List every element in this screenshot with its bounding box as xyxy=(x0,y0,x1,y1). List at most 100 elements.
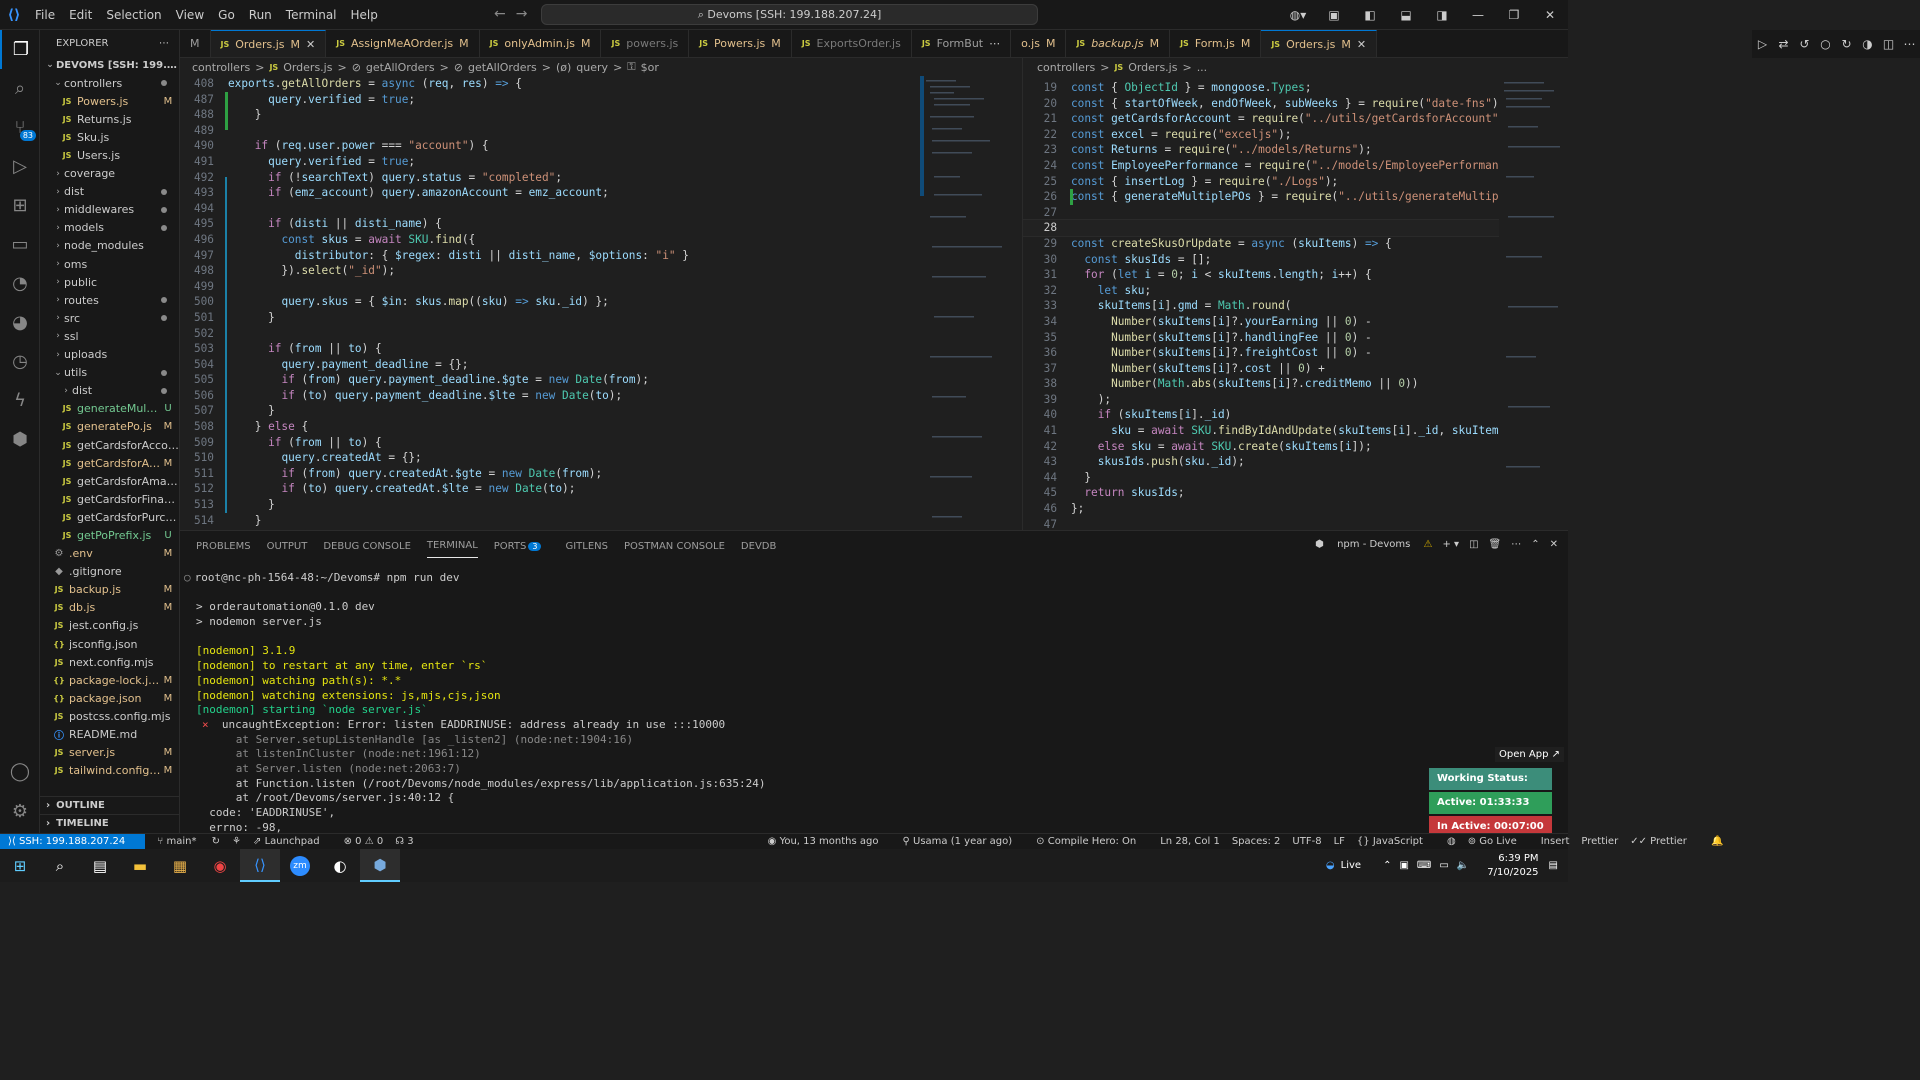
ports-indicator[interactable]: ☊ 3 xyxy=(395,836,425,847)
cursor-position[interactable]: Ln 28, Col 1 xyxy=(1160,836,1220,847)
zoom-icon[interactable]: zm xyxy=(280,849,320,882)
tray-overflow-icon[interactable]: ⌃ xyxy=(1383,860,1391,871)
command-center[interactable]: ⌕ Devoms [SSH: 199.188.207.24] xyxy=(541,4,1038,25)
breadcrumb-item[interactable]: getAllOrders xyxy=(468,61,537,74)
remote-explorer-icon[interactable]: ▭ xyxy=(0,225,40,264)
panel-tab-output[interactable]: OUTPUT xyxy=(267,535,308,558)
file-item[interactable]: {} package-lock.json M xyxy=(40,671,179,689)
remote-indicator[interactable]: ⟩⟨ SSH: 199.188.207.24 xyxy=(0,833,146,850)
folder-item[interactable]: › oms xyxy=(40,255,179,273)
vscode-taskbar-icon[interactable]: ⟨⟩ xyxy=(240,849,280,882)
new-terminal-icon[interactable]: + ▾ xyxy=(1442,539,1459,550)
git-blame-indicator[interactable]: ◉ You, 13 months ago xyxy=(768,836,891,847)
file-item[interactable]: JS postcss.config.mjs xyxy=(40,707,179,725)
panel-tab-devdb[interactable]: DEVDB xyxy=(741,535,776,558)
eol-indicator[interactable]: LF xyxy=(1334,836,1345,847)
editor-right[interactable]: 19 const { ObjectId } = mongoose.Types; 20… xyxy=(1023,80,1499,530)
menu-run[interactable]: Run xyxy=(242,8,279,22)
menu-edit[interactable]: Edit xyxy=(62,8,99,22)
copilot-status-icon[interactable]: ◍ xyxy=(1447,836,1456,847)
split-editor-icon[interactable]: ◫ xyxy=(1878,37,1899,51)
panel-tab-terminal[interactable]: TERMINAL xyxy=(426,534,478,558)
folder-item[interactable]: › node_modules xyxy=(40,237,179,255)
editor-tab[interactable]: JS FormBut ⋯ xyxy=(912,30,1012,57)
minimap-right[interactable] xyxy=(1500,76,1568,530)
live-label[interactable]: Live xyxy=(1341,860,1361,871)
timeline-icon[interactable]: ◷ xyxy=(0,342,40,381)
breadcrumb-item[interactable]: ⊘ xyxy=(454,61,463,74)
file-item[interactable]: JS generatePo.js M xyxy=(40,418,179,436)
folder-item[interactable]: › middlewares xyxy=(40,201,179,219)
breadcrumb-item[interactable]: JS xyxy=(269,63,278,72)
trash-icon[interactable]: 🗑 xyxy=(1489,539,1502,550)
account-icon[interactable]: ◯ xyxy=(0,752,40,791)
python-icon[interactable]: ⬢ xyxy=(0,420,40,459)
file-item[interactable]: ◆ .gitignore xyxy=(40,563,179,581)
panel-tab-problems[interactable]: PROBLEMS xyxy=(196,535,251,558)
notification-center-icon[interactable]: ▤ xyxy=(1549,860,1558,871)
terminal-name[interactable]: ⬢ npm - Devoms ⚠ xyxy=(1305,539,1432,550)
ime-icon[interactable]: ⌨ xyxy=(1417,860,1431,871)
copilot-icon[interactable]: ◍▾ xyxy=(1280,8,1316,22)
gear-icon[interactable]: ⚙ xyxy=(0,792,40,831)
problems-indicator[interactable]: ⊗ 0 ⚠ 0 xyxy=(344,836,384,847)
compare-icon[interactable]: ⇄ xyxy=(1773,37,1794,51)
breadcrumb-item[interactable]: ⚿ xyxy=(627,60,635,74)
breadcrumb-item[interactable]: Orders.js xyxy=(1128,61,1177,74)
more-icon[interactable]: ⋯ xyxy=(1511,539,1521,550)
breadcrumb-item[interactable]: controllers xyxy=(192,61,250,74)
encoding-indicator[interactable]: UTF-8 xyxy=(1292,836,1321,847)
more-actions-icon[interactable]: ⋯ xyxy=(1899,37,1920,51)
folder-item[interactable]: › routes xyxy=(40,291,179,309)
monitor-icon[interactable]: ▭ xyxy=(1439,860,1448,871)
network-tray-icon[interactable]: ▣ xyxy=(1399,860,1408,871)
store-icon[interactable]: ▦ xyxy=(160,849,200,882)
file-item[interactable]: JS getCardsforAccount.js xyxy=(40,436,179,454)
more-icon[interactable]: ⋯ xyxy=(159,38,169,49)
prettier-indicator[interactable]: Prettier xyxy=(1581,836,1618,847)
live-icon[interactable]: ◒ xyxy=(1326,860,1335,871)
volume-icon[interactable]: 🔈 xyxy=(1457,860,1469,871)
file-item[interactable]: {} jsconfig.json xyxy=(40,635,179,653)
sync-icon[interactable]: ⚘ xyxy=(232,836,241,847)
menu-file[interactable]: File xyxy=(28,8,62,22)
folder-item[interactable]: ⌄ controllers xyxy=(40,74,179,92)
folder-item[interactable]: › dist xyxy=(40,382,179,400)
split-terminal-icon[interactable]: ◫ xyxy=(1469,539,1478,550)
file-item[interactable]: ⚙ .env M xyxy=(40,545,179,563)
workspace-root[interactable]: ⌄DEVOMS [SSH: 199.188.20... xyxy=(40,56,179,74)
panel-tab-gitlens[interactable]: GITLENS xyxy=(565,535,608,558)
breadcrumb-item[interactable]: query xyxy=(576,61,608,74)
editor-tab[interactable]: M xyxy=(180,30,211,57)
file-item[interactable]: JS db.js M xyxy=(40,599,179,617)
editor-tab[interactable]: JS Orders.js M ✕ xyxy=(1261,30,1378,57)
source-control-icon[interactable]: ⑂ 83 xyxy=(0,108,40,147)
gitlens-blame-icon[interactable]: ◑ xyxy=(1857,37,1878,51)
file-item[interactable]: JS getCardsforAd... M xyxy=(40,454,179,472)
folder-item[interactable]: ⌄ utils xyxy=(40,364,179,382)
more-tabs-icon[interactable]: ⋯ xyxy=(989,37,1000,50)
prettier-check-indicator[interactable]: ✓✓ Prettier xyxy=(1630,836,1699,847)
file-item[interactable]: JS jest.config.js xyxy=(40,617,179,635)
file-item[interactable]: JS Powers.js M xyxy=(40,92,179,110)
file-item[interactable]: JS next.config.mjs xyxy=(40,653,179,671)
breadcrumb-item[interactable]: ... xyxy=(1197,61,1208,74)
close-icon[interactable]: ✕ xyxy=(1357,38,1366,51)
folder-item[interactable]: › public xyxy=(40,273,179,291)
file-item[interactable]: ⓘ README.md xyxy=(40,725,179,743)
language-indicator[interactable]: {} JavaScript xyxy=(1357,836,1435,847)
insert-mode-indicator[interactable]: Insert xyxy=(1541,836,1570,847)
windows-start-icon[interactable]: ⊞ xyxy=(0,849,40,882)
explorer-icon[interactable]: ❐ xyxy=(0,30,40,69)
file-item[interactable]: JS generateMulti... U xyxy=(40,400,179,418)
branch-indicator[interactable]: ⑂ main* ↻ xyxy=(157,836,220,847)
breadcrumb-item[interactable]: getAllOrders xyxy=(366,61,435,74)
folder-item[interactable]: › uploads xyxy=(40,346,179,364)
breadcrumb-item[interactable]: ⊘ xyxy=(352,61,361,74)
breadcrumb-item[interactable]: (ø) xyxy=(556,61,571,74)
indent-indicator[interactable]: Spaces: 2 xyxy=(1232,836,1281,847)
chrome-icon[interactable]: ◉ xyxy=(200,849,240,882)
prev-change-icon[interactable]: ○ xyxy=(1815,37,1836,51)
go-live-indicator[interactable]: ⊚ Go Live xyxy=(1468,836,1529,847)
gitlens-icon[interactable]: ◔ xyxy=(0,264,40,303)
